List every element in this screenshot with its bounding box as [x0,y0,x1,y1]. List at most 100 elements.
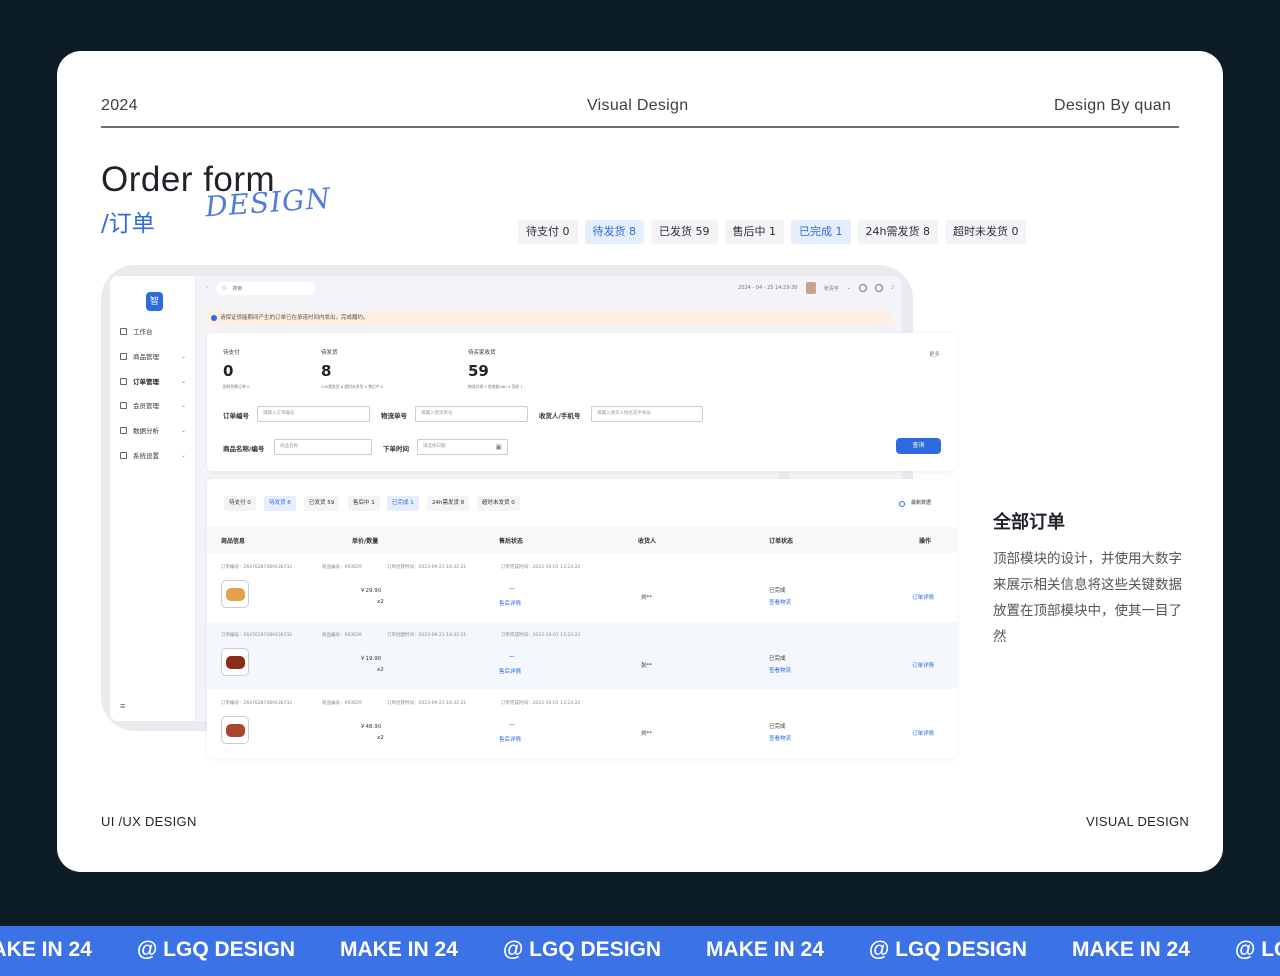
sidebar-item-label: 会员管理 [133,402,159,410]
sidebar-item[interactable]: 会员管理 ⌄ [120,400,186,410]
unit-price: ￥29.90 [360,588,382,594]
col-aftersale: 售后状态 [499,538,524,545]
unit-price: ￥19.90 [360,656,382,662]
latest-data-label[interactable]: 最新数据 [911,499,931,506]
back-icon[interactable]: ‹ [206,285,208,291]
menu-icon[interactable]: ≡ [120,701,125,711]
app-logo[interactable]: 智销 [146,292,163,325]
status-chip[interactable]: 待发货 8 [584,220,644,244]
status-chip[interactable]: 待支付 0 [518,220,578,244]
completed-time: 订单完成时间：2023-10-01 13:23:22 [501,701,581,706]
marquee-item: @ LGQ DESIGN [1234,938,1280,961]
created-time: 订单创建时间：2023-09-21 18:32:21 [387,565,467,570]
table-row[interactable]: 订单编号：2647628748943​6732 商品编号：093029 订单创建时间… [207,622,957,689]
status-chip[interactable]: 超时未发货 0 [944,220,1027,244]
order-number: 订单编号：2647628748943​6732 [221,565,293,570]
aftersale-detail-link[interactable]: 售后详情 [499,667,521,675]
status-chip[interactable]: 已发货 59 [651,220,718,244]
stat-pending-pay[interactable]: 待支付 0 即将到期订单 0 [223,348,249,390]
table-tab[interactable]: 超时未发货 0 [477,496,520,511]
created-time: 订单创建时间：2023-09-21 18:32:21 [387,701,467,706]
goods-number: 商品编号：093029 [322,633,362,638]
table-tab[interactable]: 已完成 1 [387,496,419,511]
sidebar-item[interactable]: 系统设置 ⌄ [120,450,186,460]
order-detail-link[interactable]: 订单详情 [912,661,934,669]
marquee-item: @ LGQ DESIGN [502,938,662,961]
stat-awaiting-receipt[interactable]: 待买家收货 59 物流异常 0 揽收超48h 0 签收 1 [468,348,523,390]
orders-table-panel: 待支付 0 待发货 8 已发货 59 售后中 1 已完成 1 24h需发货 8 超时未发货 … [207,479,957,758]
table-tab[interactable]: 售后中 1 [348,496,380,511]
refresh-icon[interactable] [899,501,905,507]
notice-bar: 请保证很能期间产生的订单已在承诺时间内发出，完成履约。 [206,311,892,325]
table-tab[interactable]: 已发货 59 [304,496,340,511]
col-status: 订单状态 [769,538,794,545]
more-link[interactable]: 更多 [929,350,940,358]
product-image[interactable] [221,716,249,744]
goods-icon [120,352,127,360]
sidebar-item-label: 系统设置 [133,452,159,460]
order-status: 已完成 [769,656,786,662]
receiver-input[interactable]: 请输入收货人姓名或手机号 [591,406,703,422]
view-logistics-link[interactable]: 查看物流 [769,598,791,606]
date-picker[interactable]: 请选择日期 ▣ [417,439,508,455]
marquee-item: MAKE IN 24 [1072,938,1190,961]
stat-pending-ship[interactable]: 待发货 8 24h需发货 8 超时未发货 0 售后中 0 [321,348,383,390]
product-image[interactable] [221,580,249,608]
table-tab[interactable]: 24h需发货 8 [427,496,470,511]
avatar[interactable] [805,282,816,294]
section-description: 顶部模块的设计，并使用大数字来展示相关信息将这些关键数据放置在顶部模块中，使其一… [993,551,1182,645]
search-input[interactable]: ○ 搜索 [216,281,316,295]
aftersale-detail-link[interactable]: 售后详情 [499,599,521,607]
user-name[interactable]: 张清宇 [824,285,839,292]
calendar-icon: ▣ [495,443,502,451]
view-logistics-link[interactable]: 查看物流 [769,666,791,674]
order-detail-link[interactable]: 订单详情 [912,593,934,601]
sidebar-item[interactable]: 商品管理 ⌄ [120,351,186,361]
sidebar-item[interactable]: 订单管理 ⌄ [120,376,186,386]
order-no-input[interactable]: 请输入订单编号 [257,406,370,422]
logistics-no-input[interactable]: 请输入物流单号 [415,406,528,422]
unit-price: ￥48.90 [360,724,382,730]
header-year: 2024 [101,97,138,114]
receiver-name: 刘** [641,595,653,601]
aftersale-status: — [509,722,515,728]
table-tab[interactable]: 待支付 0 [224,496,256,511]
order-status: 已完成 [769,588,786,594]
sidebar-item[interactable]: 数据分析 ⌄ [120,425,186,435]
query-button[interactable]: 查询 [896,438,941,454]
status-chip[interactable]: 售后中 1 [724,220,784,244]
table-tab[interactable]: 待发货 8 [264,496,296,511]
aftersale-status: — [509,654,515,660]
bell-icon[interactable]: ♪ [891,285,894,291]
chevron-down-icon[interactable]: ⌄ [847,285,851,291]
gear-icon[interactable] [874,284,883,292]
view-logistics-link[interactable]: 查看物流 [769,734,791,742]
goods-input[interactable]: 商品名称 [274,439,372,455]
chevron-down-icon: ⌄ [180,377,186,385]
order-detail-link[interactable]: 订单详情 [912,729,934,737]
quantity: x2 [377,735,384,741]
sidebar-item-label: 商品管理 [133,353,159,361]
status-chip[interactable]: 24h需发货 8 [857,220,938,244]
table-row[interactable]: 订单编号：2647628748943​6732 商品编号：093029 订单创建时间… [207,690,957,757]
aftersale-detail-link[interactable]: 售后详情 [499,735,521,743]
header-credit: Design By quan [1054,97,1172,114]
marquee-item: @ LGQ DESIGN [868,938,1028,961]
status-chip-row: 待支付 0 待发货 8 已发货 59 售后中 1 已完成 1 24h需发货 8 超时未发货 … [518,220,1027,244]
status-chip[interactable]: 已完成 1 [791,220,851,244]
sidebar: 智销 工作台 商品管理 ⌄ 订单管理 ⌄ 会员管理 ⌄ 数据分析 ⌄ 系统设置 ⌄ ≡ [110,276,196,721]
marquee-item: MAKE IN 24 [706,938,824,961]
stats-filter-panel: 更多 待支付 0 即将到期订单 0 待发货 8 24h需发货 8 超时未发货 0 售后中… [207,333,957,471]
product-image[interactable] [221,648,249,676]
sidebar-item[interactable]: 工作台 [120,326,186,336]
chart-icon [120,426,127,434]
order-time-label: 下单时间 [383,445,409,453]
footer-right: VISUAL DESIGN [1086,814,1190,829]
table-row[interactable]: 订单编号：2647628748943​6732 商品编号：093029 订单创建时间… [207,554,957,621]
header-divider [101,126,1179,128]
help-icon[interactable] [858,284,867,292]
footer-left: UI /UX DESIGN [101,814,197,829]
sidebar-item-label: 工作台 [133,328,153,336]
sidebar-item-label: 数据分析 [133,427,159,435]
receiver-label: 收货人/手机号 [539,412,581,420]
